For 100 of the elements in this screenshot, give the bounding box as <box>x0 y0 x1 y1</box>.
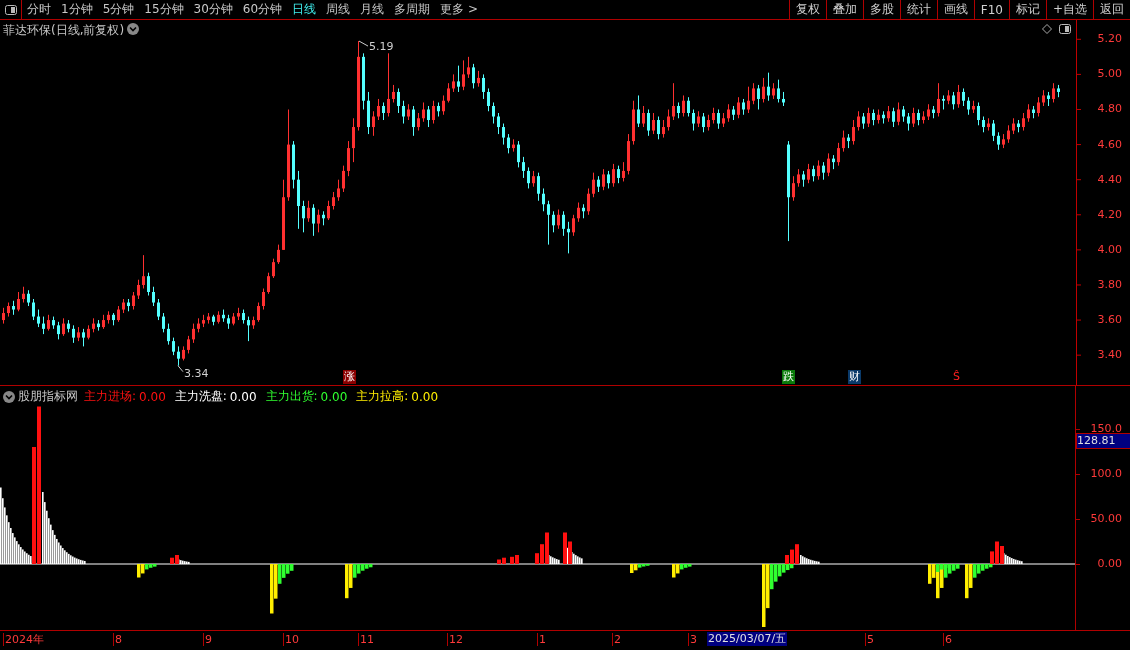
event-marker[interactable]: 涨 <box>343 370 356 384</box>
candlestick <box>17 291 20 312</box>
candlestick <box>397 87 400 114</box>
toolbar-button[interactable]: 返回 <box>1093 0 1130 19</box>
candlestick <box>652 112 655 135</box>
candlestick <box>937 82 940 118</box>
candlestick <box>657 116 660 140</box>
candlestick <box>192 323 195 344</box>
candlestick <box>412 105 415 137</box>
legend-value: 0.00 <box>229 389 257 404</box>
candlestick <box>682 94 685 118</box>
toolbar-button[interactable]: 多股 <box>862 0 900 19</box>
chart-title: 菲达环保(日线,前复权) <box>3 22 125 39</box>
date-label: 11 <box>358 633 374 646</box>
period-tab[interactable]: 30分钟 <box>188 0 238 19</box>
cursor-date-label: 2025/03/07/五 <box>707 632 788 646</box>
period-tab[interactable]: 月线 <box>355 0 390 19</box>
candlestick <box>992 119 995 142</box>
candlestick <box>672 82 675 121</box>
candlestick <box>977 101 980 126</box>
date-label: 6 <box>943 633 952 646</box>
candlestick <box>687 96 690 118</box>
axis-tick-label: 4.60 <box>1097 137 1122 152</box>
toolbar-button[interactable]: 标记 <box>1008 0 1046 19</box>
candlestick <box>337 179 340 202</box>
cursor-value-label: 128.81 <box>1076 433 1130 449</box>
legend-value: 0.00 <box>139 389 166 404</box>
chevron-down-icon[interactable] <box>127 23 139 35</box>
period-tab[interactable]: 更多 > <box>435 0 483 19</box>
candlestick <box>342 165 345 193</box>
indicator-tick: 150.0 <box>1090 422 1122 436</box>
period-tab[interactable]: 多周期 <box>389 0 436 19</box>
diamond-icon[interactable] <box>1042 24 1052 34</box>
axis-tick-label: 4.20 <box>1097 207 1122 222</box>
candlestick <box>327 200 330 221</box>
legend-label: 主力进场: <box>84 388 137 405</box>
legend-label: 主力出货: <box>265 388 318 405</box>
period-tab[interactable]: 5分钟 <box>97 0 140 19</box>
candlestick <box>777 79 780 103</box>
candlestick <box>892 107 895 128</box>
toolbar-button[interactable]: +自选 <box>1045 0 1093 19</box>
candlestick <box>247 316 250 342</box>
toolbar-button[interactable]: 叠加 <box>825 0 863 19</box>
candlestick <box>1037 96 1040 118</box>
indicator-tick: 100.0 <box>1090 467 1122 481</box>
period-tab[interactable]: 周线 <box>321 0 356 19</box>
toolbar-button[interactable]: 复权 <box>788 0 826 19</box>
candlestick <box>867 107 870 128</box>
candlestick <box>147 272 150 296</box>
candlestick <box>957 84 960 109</box>
toolbar-button[interactable]: F10 <box>973 0 1009 19</box>
candlestick <box>272 258 275 279</box>
candlestick <box>747 86 750 114</box>
candlestick <box>432 100 435 125</box>
event-marker[interactable]: 财 <box>848 370 861 384</box>
candlestick <box>572 214 575 237</box>
axis-tick-label: 4.40 <box>1097 172 1122 187</box>
period-tab[interactable]: 日线 <box>287 0 322 19</box>
indicator-name: 股朋指标网 <box>18 388 78 405</box>
candlestick <box>482 73 485 100</box>
toolbar-button[interactable]: 画线 <box>936 0 974 19</box>
candlestick <box>562 210 565 237</box>
candlestick <box>507 133 510 154</box>
period-tab[interactable]: 15分钟 <box>139 0 189 19</box>
candlestick <box>302 200 305 233</box>
candlestick <box>387 52 390 118</box>
candlestick <box>857 110 860 132</box>
toolbar-button[interactable]: 统计 <box>899 0 937 19</box>
candlestick <box>142 254 145 289</box>
candlestick <box>442 94 445 116</box>
date-label: 1 <box>537 633 546 646</box>
candlestick <box>162 312 165 333</box>
toggle-icon[interactable] <box>1059 24 1071 34</box>
candlestick <box>702 112 705 133</box>
candlestick <box>422 101 425 123</box>
period-tab[interactable]: 1分钟 <box>56 0 98 19</box>
period-tab[interactable]: 分时 <box>22 0 56 19</box>
axis-tick-label: 4.80 <box>1097 102 1122 117</box>
legend-label: 主力洗盘: <box>174 388 227 405</box>
date-label: 8 <box>113 633 122 646</box>
candlestick <box>467 56 470 79</box>
candlestick <box>157 298 160 321</box>
candlestick <box>737 96 740 119</box>
candlestick <box>447 82 450 103</box>
axis-tick-label: 5.20 <box>1097 32 1122 47</box>
candlestick <box>527 166 530 189</box>
candlestick <box>612 163 615 188</box>
event-marker[interactable]: 跌 <box>782 370 795 384</box>
chevron-down-icon[interactable] <box>3 390 15 403</box>
axis-tick-label: 3.60 <box>1097 313 1122 328</box>
candlestick <box>152 286 155 307</box>
leader-line <box>177 365 184 373</box>
period-tab[interactable]: 60分钟 <box>237 0 288 19</box>
candlestick <box>852 119 855 146</box>
candlestick <box>277 244 280 265</box>
candlestick <box>257 302 260 323</box>
axis-tick-label: 5.00 <box>1097 67 1122 82</box>
event-marker[interactable]: Ŝ <box>952 370 961 384</box>
indicator-tick: 50.00 <box>1090 512 1122 526</box>
date-label: 3 <box>688 633 697 646</box>
